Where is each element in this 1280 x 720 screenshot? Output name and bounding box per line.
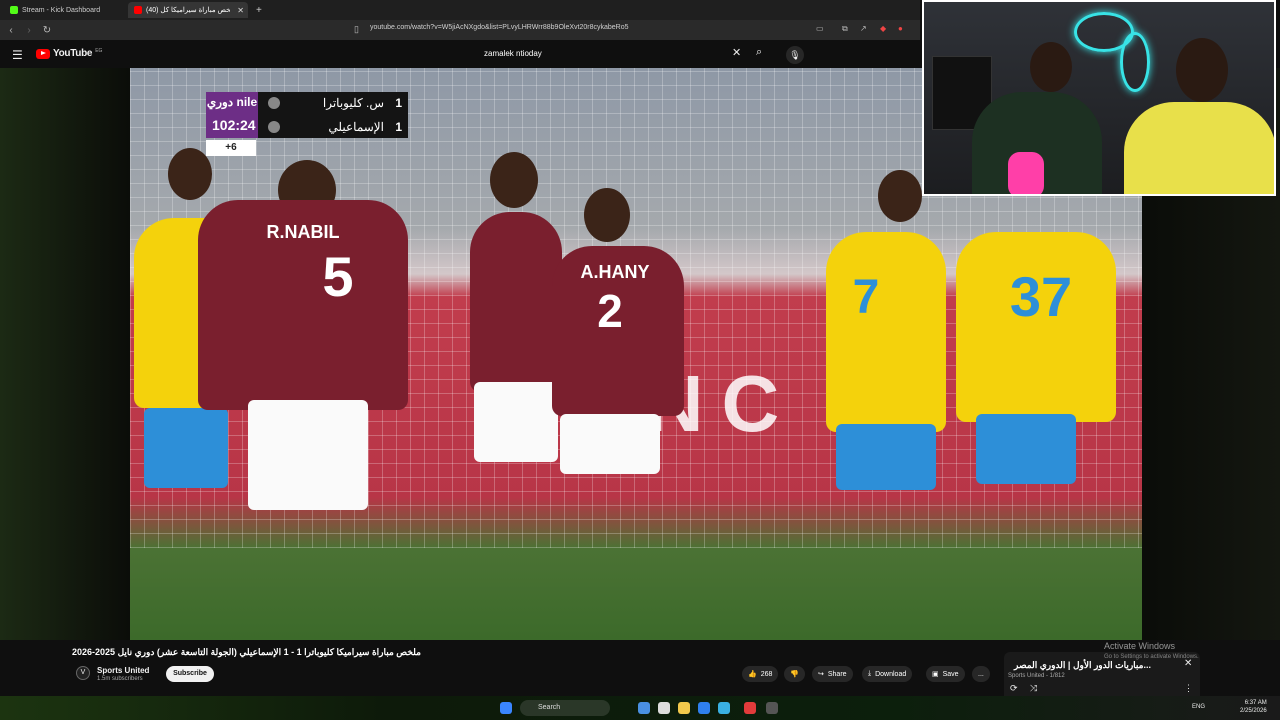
neon-sign xyxy=(1120,32,1150,92)
windows-taskbar: Search ENG 6:37 AM 2/25/2026 xyxy=(0,696,1280,720)
share-button[interactable]: ↪ Share xyxy=(812,666,853,682)
subscribe-button[interactable]: Subscribe xyxy=(166,666,214,682)
like-count: 268 xyxy=(760,670,773,678)
player-name: A.HANY xyxy=(580,262,650,282)
player-number: 5 xyxy=(322,245,354,308)
save-button[interactable]: ▣ Save xyxy=(926,666,965,682)
back-icon[interactable]: ‹ xyxy=(4,25,18,36)
download-label: Download xyxy=(875,670,907,678)
microphone xyxy=(1008,152,1044,194)
forward-icon[interactable]: › xyxy=(22,25,36,36)
start-icon[interactable] xyxy=(500,702,512,714)
thumbs-up-icon: 👍 xyxy=(748,671,757,678)
pip-icon[interactable]: ⧉ xyxy=(842,24,848,34)
clock-date: 2/25/2026 xyxy=(1240,708,1267,714)
added-time: +6 xyxy=(206,140,256,156)
player-name: R.NABIL xyxy=(266,222,340,242)
away-score: 1 xyxy=(395,120,402,134)
tab-label: (40) ملخص مباراة سيراميكا كل... xyxy=(146,7,230,14)
brave-icon[interactable] xyxy=(744,702,756,714)
extension-icon[interactable]: ◆ xyxy=(880,24,886,33)
away-team: الإسماعيلي xyxy=(328,120,384,134)
score-panel: س. كليوباترا 1 الإسماعيلي 1 xyxy=(258,92,408,138)
streamer-head xyxy=(1030,42,1072,92)
player-yellow-center: 7 xyxy=(826,170,966,640)
scoreboard: دوري nile س. كليوباترا 1 الإسماعيلي 1 10… xyxy=(206,90,408,156)
file-explorer-icon[interactable] xyxy=(678,702,690,714)
download-icon: ⤓ xyxy=(868,670,872,677)
dislike-button[interactable]: 👎 xyxy=(784,666,805,682)
browser-tab-bar: Stream - Kick Dashboard (40) ملخص مباراة… xyxy=(0,0,920,20)
language-indicator[interactable]: ENG xyxy=(1192,704,1205,710)
guest-body xyxy=(1124,102,1274,194)
youtube-wordmark: YouTube xyxy=(53,48,93,59)
cast-icon[interactable]: ▭ xyxy=(816,24,824,33)
channel-avatar[interactable]: V xyxy=(76,666,90,680)
system-clock[interactable]: 6:37 AM 2/25/2026 xyxy=(1240,699,1267,715)
video-info-bar: ملخص مباراة سيراميكا كليوباترا 1 - 1 الإ… xyxy=(0,640,1280,696)
youtube-favicon-icon xyxy=(134,6,142,14)
save-label: Save xyxy=(942,670,959,678)
shuffle-icon[interactable]: ⤨ xyxy=(1030,683,1037,694)
home-team: س. كليوباترا xyxy=(322,96,384,110)
playlist-title[interactable]: مباريات الدور الأول | الدوري المصر... xyxy=(1014,660,1151,671)
country-code: EG xyxy=(95,47,103,54)
player-r-nabil: R.NABIL 5 xyxy=(198,160,418,640)
tab-kick-dashboard[interactable]: Stream - Kick Dashboard xyxy=(4,2,124,18)
url-input[interactable]: youtube.com/watch?v=W5jiAcNXgdo&list=PLv… xyxy=(370,24,628,31)
webcam-overlay xyxy=(922,0,1276,196)
edge-icon[interactable] xyxy=(698,702,710,714)
search-placeholder: Search xyxy=(538,704,561,711)
reload-icon[interactable]: ↻ xyxy=(40,25,54,36)
youtube-play-icon xyxy=(36,48,50,59)
match-clock: 102:24 xyxy=(212,117,256,133)
channel-name[interactable]: Sports United xyxy=(97,666,149,675)
player-yellow-37: 37 xyxy=(956,204,1126,640)
video-title: ملخص مباراة سيراميكا كليوباترا 1 - 1 الإ… xyxy=(72,647,421,657)
download-button[interactable]: ⤓ Download xyxy=(862,666,913,682)
store-icon[interactable] xyxy=(718,702,730,714)
new-tab-button[interactable]: + xyxy=(256,5,262,16)
player-number: 2 xyxy=(597,285,623,337)
task-view-icon[interactable] xyxy=(638,702,650,714)
youtube-header: ☰ YouTube EG zamalek ntioday ✕ ⌕ 🎙 xyxy=(0,40,920,68)
youtube-logo[interactable]: YouTube EG xyxy=(36,48,102,59)
close-tab-icon[interactable]: ✕ xyxy=(237,6,244,15)
share-icon: ↪ xyxy=(818,671,824,678)
home-crest-icon xyxy=(268,97,280,109)
bookmark-icon[interactable]: ▯ xyxy=(354,24,359,35)
thumbs-down-icon: 👎 xyxy=(790,671,799,678)
tab-youtube-video[interactable]: (40) ملخص مباراة سيراميكا كل... ✕ xyxy=(128,2,248,18)
menu-icon[interactable]: ☰ xyxy=(12,48,23,62)
kick-favicon-icon xyxy=(10,6,18,14)
share-page-icon[interactable]: ↗ xyxy=(860,24,867,33)
clock-time: 6:37 AM xyxy=(1244,700,1267,706)
microphone-icon[interactable]: 🎙 xyxy=(786,46,804,64)
playlist-meta: Sports United - 1/812 xyxy=(1008,673,1065,679)
profile-icon[interactable]: ● xyxy=(898,24,903,33)
app-icon[interactable] xyxy=(658,702,670,714)
clear-search-icon[interactable]: ✕ xyxy=(732,46,741,59)
player-a-hany: A.HANY 2 xyxy=(550,188,700,608)
subscriber-count: 1.5m subscribers xyxy=(97,676,143,682)
away-crest-icon xyxy=(268,121,280,133)
taskbar-search-input[interactable]: Search xyxy=(520,700,610,716)
app-icon[interactable] xyxy=(766,702,778,714)
player-number: 37 xyxy=(1009,265,1073,328)
save-icon: ▣ xyxy=(932,671,939,678)
more-actions-button[interactable]: ... xyxy=(972,666,990,682)
search-input[interactable]: zamalek ntioday xyxy=(484,49,542,58)
address-bar-row: ‹ › ↻ ▯ youtube.com/watch?v=W5jiAcNXgdo&… xyxy=(0,20,920,40)
loop-icon[interactable]: ⟳ xyxy=(1010,683,1018,694)
playlist-menu-icon[interactable]: ⋮ xyxy=(1184,683,1193,694)
guest-head xyxy=(1176,38,1228,102)
tab-label: Stream - Kick Dashboard xyxy=(22,6,101,14)
search-icon[interactable]: ⌕ xyxy=(756,46,762,59)
share-label: Share xyxy=(827,670,847,678)
like-button[interactable]: 👍 268 xyxy=(742,666,779,682)
activate-windows-hint: Go to Settings to activate Windows. xyxy=(1104,654,1199,660)
home-score: 1 xyxy=(395,96,402,110)
activate-windows-title: Activate Windows xyxy=(1104,641,1176,651)
